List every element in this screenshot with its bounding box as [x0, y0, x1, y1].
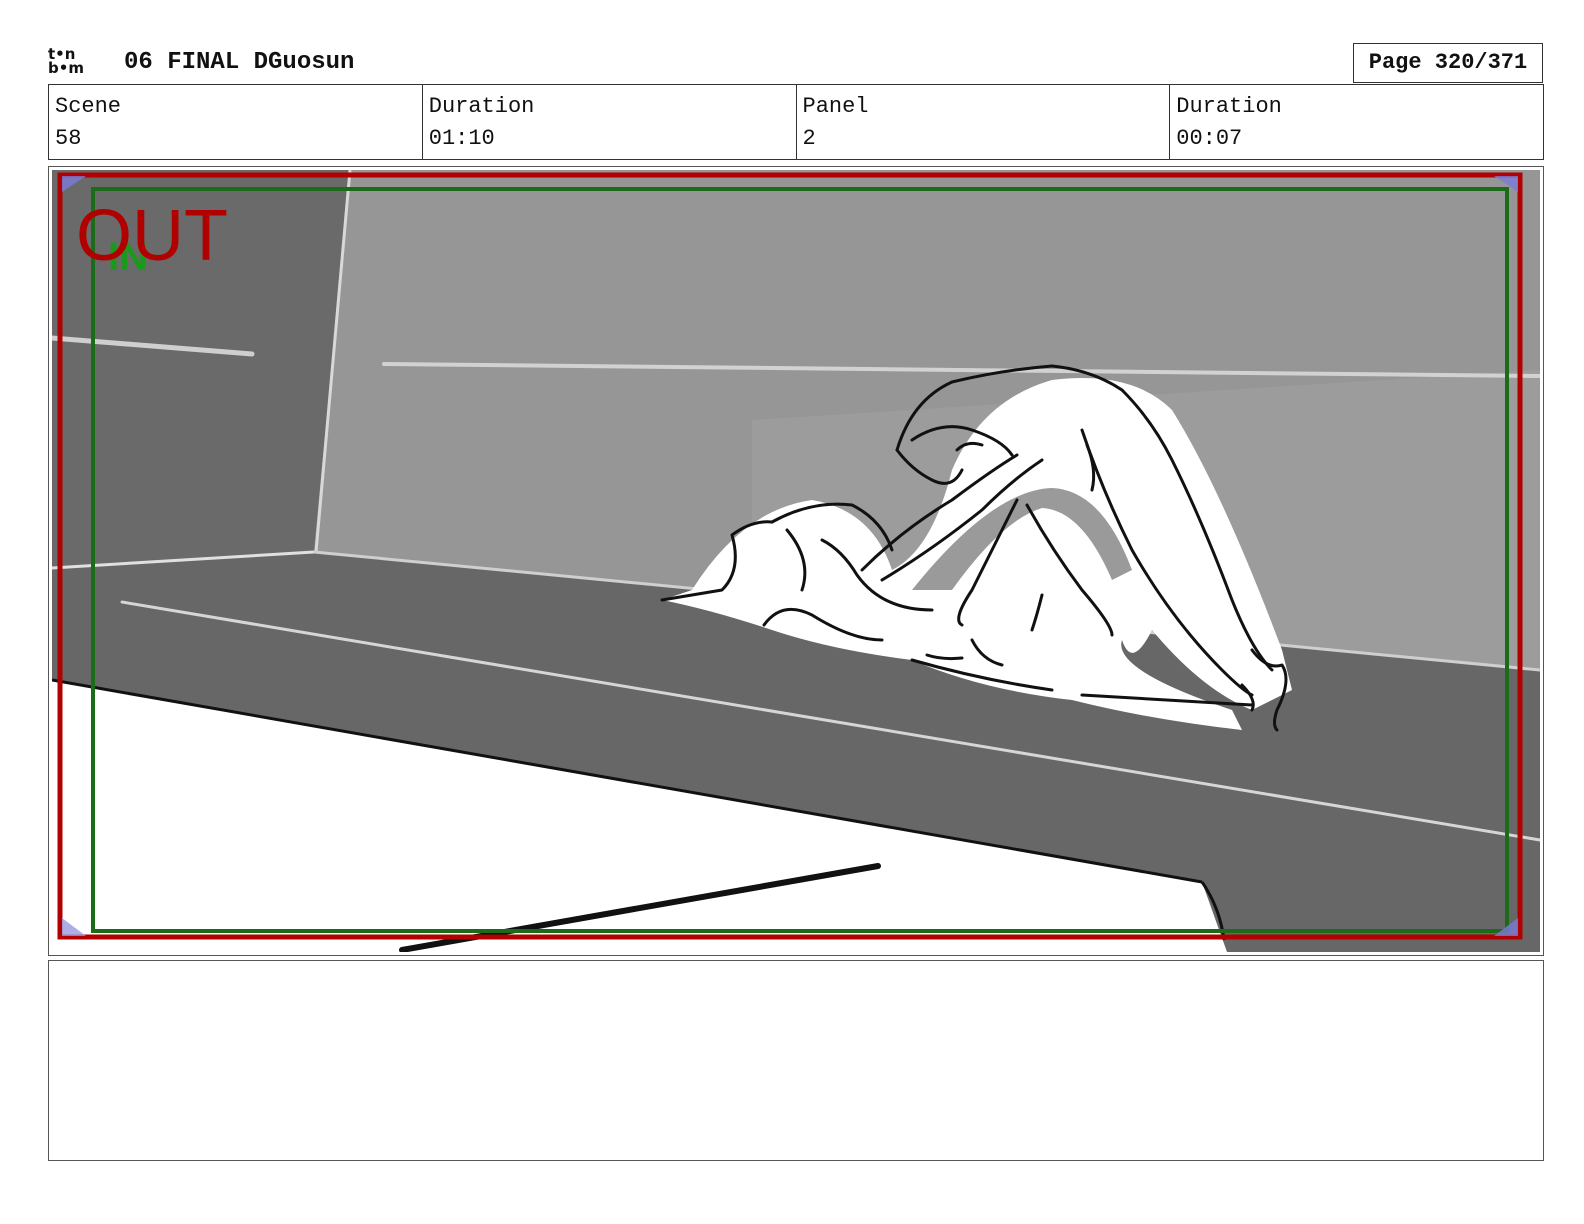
toonboom-logo: t•n b•m [48, 47, 108, 81]
scene-cell: Scene 58 [49, 85, 423, 159]
scene-label: Scene [55, 94, 122, 119]
panel-cell: Panel 2 [797, 85, 1171, 159]
panel-value: 2 [802, 126, 816, 151]
out-label: OUT [76, 196, 228, 276]
panel-label: Panel [802, 94, 869, 119]
page-indicator: Page 320/371 [1353, 43, 1543, 83]
panel-duration-label: Duration [1176, 94, 1282, 119]
panel-sketch: IN OUT [52, 170, 1540, 952]
panel-notes [48, 960, 1544, 1161]
panel-duration-value: 00:07 [1176, 126, 1243, 151]
scene-duration-cell: Duration 01:10 [423, 85, 797, 159]
scene-duration-value: 01:10 [428, 126, 495, 151]
panel-duration-cell: Duration 00:07 [1170, 85, 1543, 159]
logo-bottom-text: b•m [48, 59, 84, 77]
scene-value: 58 [55, 126, 82, 151]
scene-info-row: Scene 58 Duration 01:10 Panel 2 Duration… [48, 84, 1544, 160]
storyboard-panel: IN OUT [48, 166, 1544, 956]
document-title: 06 FINAL DGuosun [124, 49, 355, 76]
scene-duration-label: Duration [428, 94, 535, 119]
